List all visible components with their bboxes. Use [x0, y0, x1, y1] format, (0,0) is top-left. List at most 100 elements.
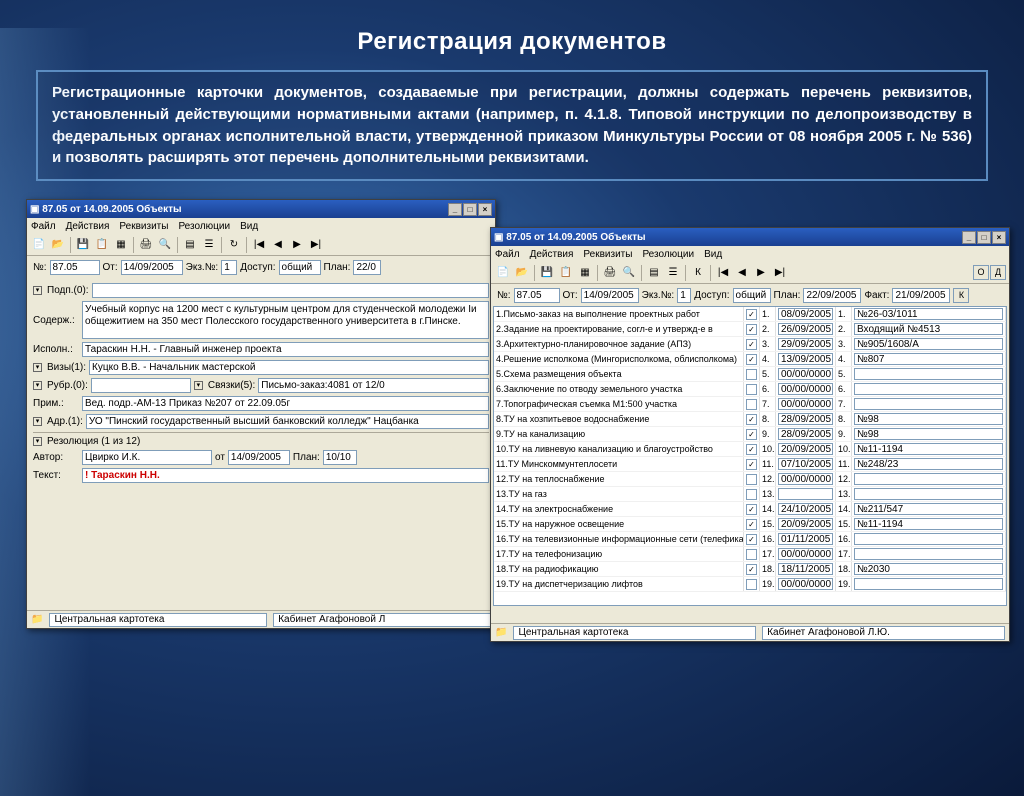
- new-icon[interactable]: 📄: [30, 236, 48, 254]
- item-check[interactable]: ✓: [744, 427, 760, 441]
- item-check[interactable]: ✓: [744, 517, 760, 531]
- item-check[interactable]: ✓: [744, 457, 760, 471]
- next-icon[interactable]: ▶: [752, 264, 770, 282]
- item-date[interactable]: 20/09/2005: [776, 442, 836, 456]
- menu-view[interactable]: Вид: [704, 249, 722, 260]
- print-icon[interactable]: 🖨: [137, 236, 155, 254]
- list-item[interactable]: 14.ТУ на электроснабжение✓14.24/10/20051…: [494, 502, 1006, 517]
- refresh-icon[interactable]: К: [689, 264, 707, 282]
- links-field[interactable]: Письмо-заказ:4081 от 12/0: [258, 378, 489, 393]
- item-date[interactable]: 00/00/0000: [776, 547, 836, 561]
- list-item[interactable]: 6.Заключение по отводу земельного участк…: [494, 382, 1006, 397]
- list-icon[interactable]: ▤: [181, 236, 199, 254]
- plan-field[interactable]: 22/0: [353, 260, 381, 275]
- access-field[interactable]: общий: [279, 260, 321, 275]
- item-date[interactable]: [776, 487, 836, 501]
- list-item[interactable]: 19.ТУ на диспетчеризацию лифтов19.00/00/…: [494, 577, 1006, 592]
- exec-field[interactable]: Тараскин Н.Н. - Главный инженер проекта: [82, 342, 489, 357]
- item-check[interactable]: ✓: [744, 307, 760, 321]
- item-date[interactable]: 13/09/2005: [776, 352, 836, 366]
- expand-icon[interactable]: ▾: [33, 286, 42, 295]
- prev-icon[interactable]: ◀: [269, 236, 287, 254]
- next-icon[interactable]: ▶: [288, 236, 306, 254]
- item-date[interactable]: 00/00/0000: [776, 367, 836, 381]
- item-date[interactable]: 07/10/2005: [776, 457, 836, 471]
- item-ref[interactable]: №11-1194: [852, 442, 1006, 456]
- item-date[interactable]: 20/09/2005: [776, 517, 836, 531]
- item-ref[interactable]: №905/1608/А: [852, 337, 1006, 351]
- menu-requisites[interactable]: Реквизиты: [583, 249, 632, 260]
- save-icon[interactable]: 💾: [74, 236, 92, 254]
- d-button[interactable]: Д: [990, 265, 1006, 280]
- list-icon[interactable]: ▤: [645, 264, 663, 282]
- preview-icon[interactable]: 🔍: [620, 264, 638, 282]
- item-ref[interactable]: [852, 397, 1006, 411]
- preview-icon[interactable]: 🔍: [156, 236, 174, 254]
- menu-view[interactable]: Вид: [240, 221, 258, 232]
- content-field[interactable]: Учебный корпус на 1200 мест с культурным…: [82, 301, 489, 339]
- expand-icon[interactable]: ▾: [33, 417, 42, 426]
- prim-field[interactable]: Вед. подр.-АМ-13 Приказ №207 от 22.09.05…: [82, 396, 489, 411]
- expand-icon[interactable]: ▾: [33, 381, 42, 390]
- item-date[interactable]: 28/09/2005: [776, 412, 836, 426]
- item-ref[interactable]: №98: [852, 427, 1006, 441]
- menu-file[interactable]: Файл: [31, 221, 56, 232]
- item-ref[interactable]: №26-03/1011: [852, 307, 1006, 321]
- menu-requisites[interactable]: Реквизиты: [119, 221, 168, 232]
- list-item[interactable]: 16.ТУ на телевизионные информационные се…: [494, 532, 1006, 547]
- item-ref[interactable]: №11-1194: [852, 517, 1006, 531]
- item-ref[interactable]: №211/547: [852, 502, 1006, 516]
- item-check[interactable]: ✓: [744, 562, 760, 576]
- list-item[interactable]: 5.Схема размещения объекта5.00/00/00005.: [494, 367, 1006, 382]
- item-ref[interactable]: [852, 532, 1006, 546]
- print-icon[interactable]: 🖨: [601, 264, 619, 282]
- new-icon[interactable]: 📄: [494, 264, 512, 282]
- item-date[interactable]: 29/09/2005: [776, 337, 836, 351]
- item-check[interactable]: ✓: [744, 502, 760, 516]
- item-ref[interactable]: №98: [852, 412, 1006, 426]
- date-field[interactable]: 14/09/2005: [581, 288, 639, 303]
- menu-resolutions[interactable]: Резолюции: [178, 221, 230, 232]
- item-date[interactable]: 24/10/2005: [776, 502, 836, 516]
- item-date[interactable]: 01/11/2005: [776, 532, 836, 546]
- item-date[interactable]: 00/00/0000: [776, 397, 836, 411]
- first-icon[interactable]: |◀: [714, 264, 732, 282]
- card-icon[interactable]: ▦: [576, 264, 594, 282]
- item-date[interactable]: 26/09/2005: [776, 322, 836, 336]
- list-item[interactable]: 8.ТУ на хозпитьевое водоснабжение✓8.28/0…: [494, 412, 1006, 427]
- tree-icon[interactable]: ☰: [200, 236, 218, 254]
- titlebar[interactable]: ▣ 87.05 от 14.09.2005 Объекты _ □ ×: [491, 228, 1009, 246]
- visa-field[interactable]: Куцко В.В. - Начальник мастерской: [89, 360, 489, 375]
- item-check[interactable]: [744, 487, 760, 501]
- k-button[interactable]: К: [953, 288, 969, 303]
- close-button[interactable]: ×: [478, 203, 492, 216]
- item-check[interactable]: ✓: [744, 532, 760, 546]
- item-check[interactable]: [744, 472, 760, 486]
- item-check[interactable]: [744, 547, 760, 561]
- expand-icon[interactable]: ▾: [194, 381, 203, 390]
- item-check[interactable]: [744, 382, 760, 396]
- list-item[interactable]: 13.ТУ на газ13.13.: [494, 487, 1006, 502]
- item-ref[interactable]: [852, 487, 1006, 501]
- expand-icon[interactable]: ▾: [33, 363, 42, 372]
- item-ref[interactable]: Входящий №4513: [852, 322, 1006, 336]
- menu-file[interactable]: Файл: [495, 249, 520, 260]
- open-icon[interactable]: 📂: [49, 236, 67, 254]
- list-item[interactable]: 1.Письмо-заказ на выполнение проектных р…: [494, 307, 1006, 322]
- item-ref[interactable]: №248/23: [852, 457, 1006, 471]
- first-icon[interactable]: |◀: [250, 236, 268, 254]
- minimize-button[interactable]: _: [448, 203, 462, 216]
- item-ref[interactable]: [852, 472, 1006, 486]
- item-ref[interactable]: №2030: [852, 562, 1006, 576]
- list-item[interactable]: 9.ТУ на канализацию✓9.28/09/20059.№98: [494, 427, 1006, 442]
- item-ref[interactable]: [852, 547, 1006, 561]
- copy-field[interactable]: 1: [221, 260, 237, 275]
- tree-icon[interactable]: ☰: [664, 264, 682, 282]
- item-date[interactable]: 00/00/0000: [776, 382, 836, 396]
- minimize-button[interactable]: _: [962, 231, 976, 244]
- date-field[interactable]: 14/09/2005: [121, 260, 183, 275]
- list-item[interactable]: 10.ТУ на ливневую канализацию и благоуст…: [494, 442, 1006, 457]
- num-field[interactable]: 87.05: [514, 288, 560, 303]
- titlebar[interactable]: ▣ 87.05 от 14.09.2005 Объекты _ □ ×: [27, 200, 495, 218]
- item-date[interactable]: 18/11/2005: [776, 562, 836, 576]
